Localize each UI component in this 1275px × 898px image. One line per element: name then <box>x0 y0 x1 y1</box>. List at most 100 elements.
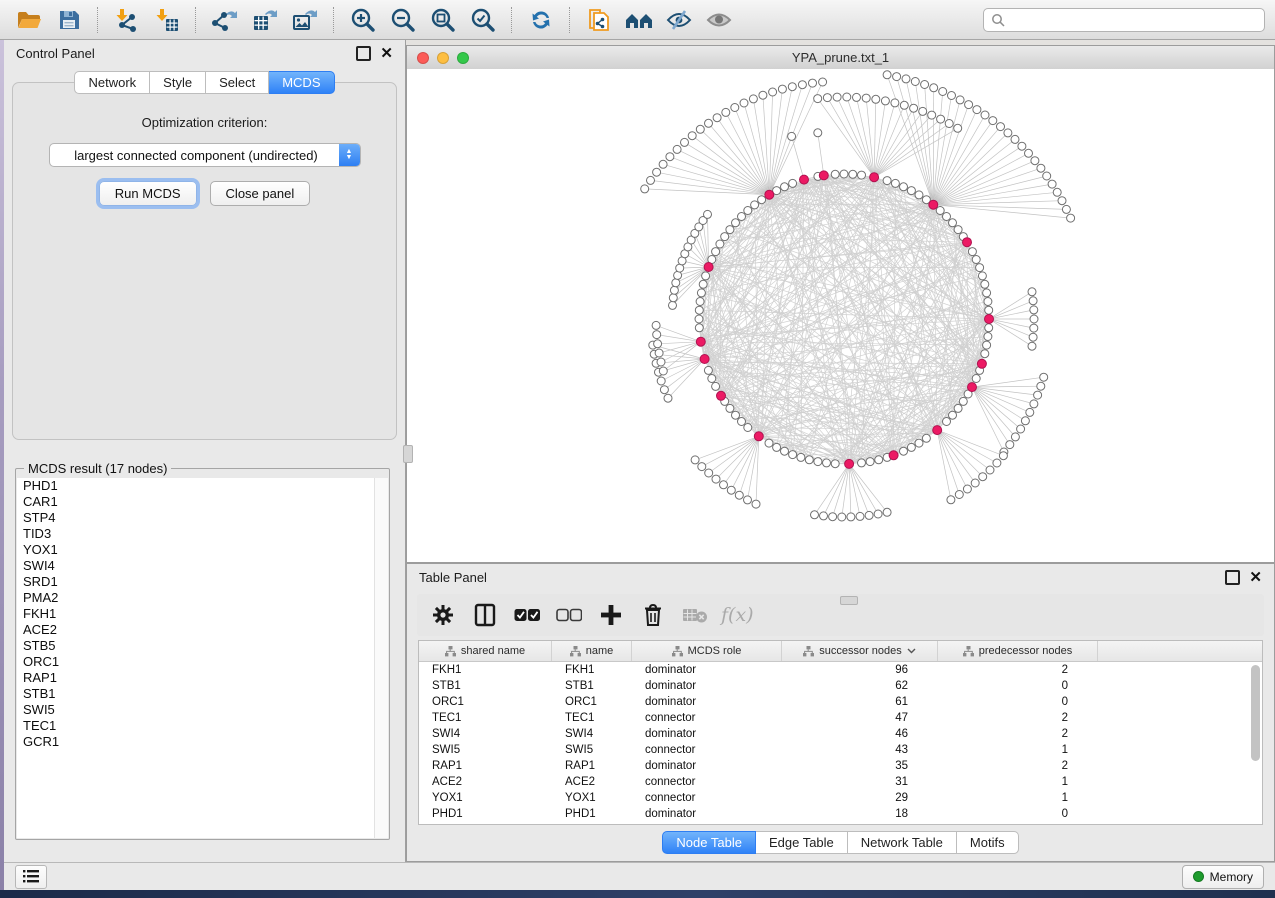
cell-succ: 46 <box>782 728 938 740</box>
tab-mcds[interactable]: MCDS <box>269 71 334 94</box>
import-table-button[interactable] <box>148 4 186 36</box>
float-panel-icon[interactable] <box>356 46 371 61</box>
hide-selected-button[interactable] <box>660 4 698 36</box>
first-neighbors-button[interactable] <box>620 4 658 36</box>
column-header-successor-nodes[interactable]: successor nodes <box>782 641 938 661</box>
close-window-icon[interactable] <box>417 52 429 64</box>
table-row[interactable]: PHD1PHD1dominator180 <box>419 806 1262 822</box>
network-graph[interactable] <box>407 69 1274 562</box>
select-all-button[interactable] <box>511 600 543 630</box>
column-header-shared-name[interactable]: shared name <box>419 641 552 661</box>
close-panel-icon[interactable]: ✕ <box>1249 572 1262 583</box>
memory-button[interactable]: Memory <box>1182 865 1264 889</box>
table-row[interactable]: YOX1YOX1connector291 <box>419 790 1262 806</box>
cell-succ: 18 <box>782 808 938 820</box>
mcds-result-list[interactable]: PHD1CAR1STP4TID3YOX1SWI4SRD1PMA2FKH1ACE2… <box>17 478 388 838</box>
vertical-splitter-handle[interactable] <box>403 445 413 463</box>
cell-name: YOX1 <box>552 792 632 804</box>
table-row[interactable]: FKH1FKH1dominator962 <box>419 662 1262 678</box>
table-settings-button[interactable] <box>427 600 459 630</box>
table-row[interactable]: STB1STB1dominator620 <box>419 678 1262 694</box>
table-row[interactable]: ACE2ACE2connector311 <box>419 774 1262 790</box>
tab-motifs[interactable]: Motifs <box>957 831 1019 854</box>
mcds-result-item[interactable]: FKH1 <box>17 606 388 622</box>
mcds-list-scrollbar[interactable] <box>374 478 388 838</box>
hide-selected-icon <box>665 8 693 32</box>
minimize-window-icon[interactable] <box>437 52 449 64</box>
new-network-from-selection-button[interactable] <box>580 4 618 36</box>
cell-name: RAP1 <box>552 760 632 772</box>
tab-style[interactable]: Style <box>150 71 206 94</box>
table-panel: Table Panel ✕ <box>406 563 1275 862</box>
close-panel-button[interactable]: Close panel <box>210 181 311 206</box>
tab-select[interactable]: Select <box>206 71 269 94</box>
table-row[interactable]: SWI4SWI4dominator462 <box>419 726 1262 742</box>
export-network-button[interactable] <box>206 4 244 36</box>
column-header-name[interactable]: name <box>552 641 632 661</box>
show-all-button[interactable] <box>700 4 738 36</box>
tab-network[interactable]: Network <box>74 71 150 94</box>
zoom-out-icon <box>390 7 416 33</box>
import-network-button[interactable] <box>108 4 146 36</box>
mcds-result-item[interactable]: SWI5 <box>17 702 388 718</box>
zoom-selected-button[interactable] <box>464 4 502 36</box>
open-file-button[interactable] <box>10 4 48 36</box>
table-row[interactable]: RAP1RAP1dominator352 <box>419 758 1262 774</box>
close-panel-icon[interactable]: ✕ <box>380 48 393 59</box>
cell-succ: 96 <box>782 664 938 676</box>
cell-succ: 43 <box>782 744 938 756</box>
tab-network-table[interactable]: Network Table <box>848 831 957 854</box>
table-scrollbar-thumb[interactable] <box>1251 665 1260 761</box>
function-builder-button[interactable]: f(x) <box>721 604 754 626</box>
optimization-select[interactable]: largest connected component (undirected)… <box>49 143 361 167</box>
column-header-predecessor-nodes[interactable]: predecessor nodes <box>938 641 1098 661</box>
mcds-result-item[interactable]: TID3 <box>17 526 388 542</box>
export-table-button[interactable] <box>246 4 284 36</box>
mcds-result-item[interactable]: STB5 <box>17 638 388 654</box>
export-image-button[interactable] <box>286 4 324 36</box>
search-input[interactable] <box>1011 12 1257 28</box>
float-panel-icon[interactable] <box>1225 570 1240 585</box>
network-canvas[interactable] <box>407 69 1274 562</box>
split-panel-button[interactable] <box>469 600 501 630</box>
add-column-button[interactable] <box>595 600 627 630</box>
table-row[interactable]: SWI5SWI5connector431 <box>419 742 1262 758</box>
network-window-titlebar[interactable]: YPA_prune.txt_1 <box>407 46 1274 70</box>
mcds-result-item[interactable]: PMA2 <box>17 590 388 606</box>
run-mcds-button[interactable]: Run MCDS <box>99 181 197 206</box>
task-history-button[interactable] <box>15 865 47 889</box>
deselect-all-button[interactable] <box>553 600 585 630</box>
table-row[interactable]: TEC1TEC1connector472 <box>419 710 1262 726</box>
mcds-result-item[interactable]: SRD1 <box>17 574 388 590</box>
mcds-result-item[interactable]: ACE2 <box>17 622 388 638</box>
mcds-result-item[interactable]: GCR1 <box>17 734 388 750</box>
delete-table-button[interactable] <box>679 600 711 630</box>
cell-pred: 1 <box>938 776 1098 788</box>
horizontal-splitter-handle[interactable] <box>840 596 858 605</box>
zoom-in-button[interactable] <box>344 4 382 36</box>
save-session-button[interactable] <box>50 4 88 36</box>
maximize-window-icon[interactable] <box>457 52 469 64</box>
table-row[interactable]: ORC1ORC1dominator610 <box>419 694 1262 710</box>
cell-name: STB1 <box>552 680 632 692</box>
mcds-result-item[interactable]: RAP1 <box>17 670 388 686</box>
column-header-MCDS-role[interactable]: MCDS role <box>632 641 782 661</box>
mcds-result-item[interactable]: STP4 <box>17 510 388 526</box>
zoom-out-button[interactable] <box>384 4 422 36</box>
table-scrollbar[interactable] <box>1251 665 1260 825</box>
tab-edge-table[interactable]: Edge Table <box>756 831 848 854</box>
zoom-fit-icon <box>430 7 456 33</box>
mcds-result-item[interactable]: TEC1 <box>17 718 388 734</box>
zoom-fit-button[interactable] <box>424 4 462 36</box>
mcds-result-item[interactable]: SWI4 <box>17 558 388 574</box>
mcds-result-item[interactable]: STB1 <box>17 686 388 702</box>
mcds-result-item[interactable]: CAR1 <box>17 494 388 510</box>
search-box[interactable] <box>983 8 1265 32</box>
cell-pred: 1 <box>938 744 1098 756</box>
tab-node-table[interactable]: Node Table <box>662 831 756 854</box>
mcds-result-item[interactable]: YOX1 <box>17 542 388 558</box>
delete-column-button[interactable] <box>637 600 669 630</box>
mcds-result-item[interactable]: ORC1 <box>17 654 388 670</box>
refresh-button[interactable] <box>522 4 560 36</box>
mcds-result-item[interactable]: PHD1 <box>17 478 388 494</box>
